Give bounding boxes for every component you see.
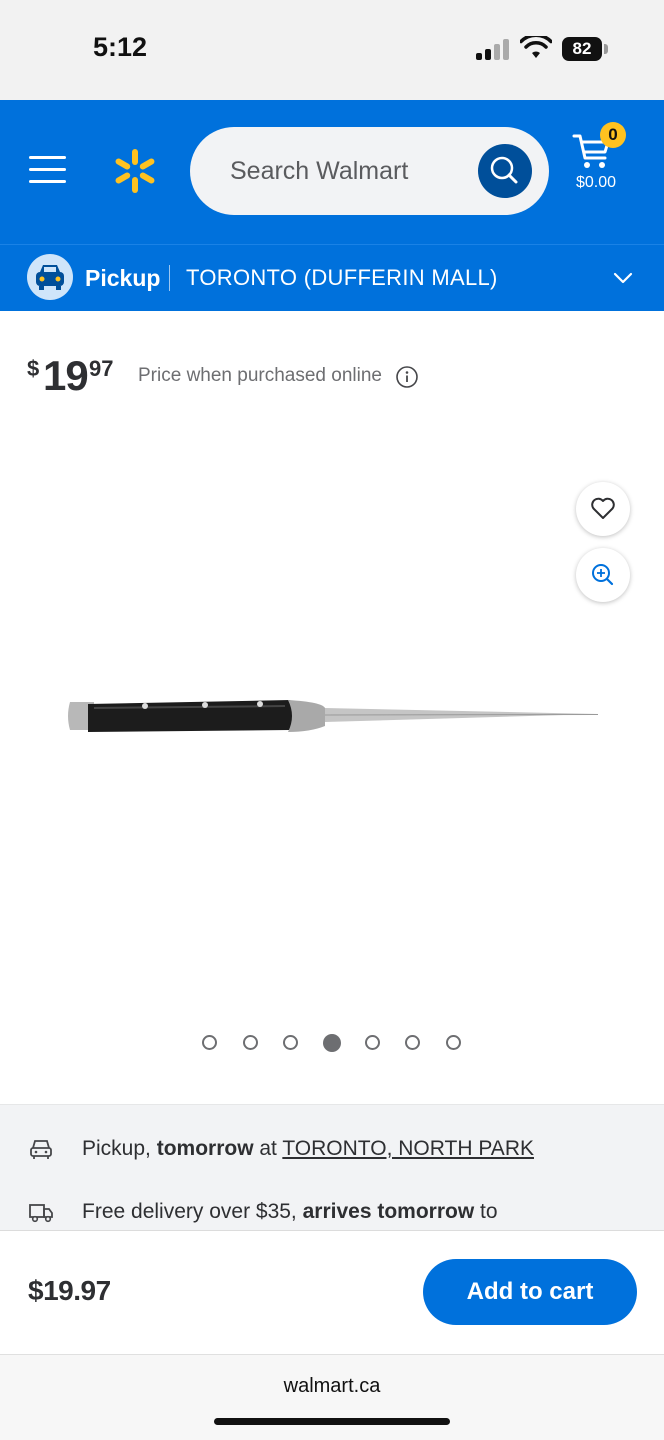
image-carousel-dots (202, 1034, 472, 1053)
price-whole: 19 (43, 352, 89, 399)
pickup-option-at: at (253, 1137, 283, 1160)
pickup-option: Pickup, tomorrow at TORONTO, NORTH PARK (82, 1137, 534, 1161)
pickup-separator (169, 265, 170, 291)
delivery-option-prefix: Free delivery over $35, (82, 1200, 303, 1223)
car-icon (30, 1140, 52, 1159)
carousel-dot[interactable] (243, 1035, 258, 1050)
price-cents: 97 (89, 356, 114, 381)
cart-button[interactable]: 0 $0.00 (566, 122, 638, 202)
pickup-option-when: tomorrow (156, 1137, 254, 1160)
spark-logo-icon[interactable] (110, 146, 160, 196)
pickup-avatar (27, 254, 73, 300)
carousel-dot[interactable] (202, 1035, 217, 1050)
add-to-cart-bar: $19.97 Add to cart (0, 1230, 664, 1354)
bar-price: $19.97 (28, 1275, 111, 1306)
pickup-store-link[interactable]: TORONTO, NORTH PARK (282, 1137, 534, 1160)
cart-total: $0.00 (575, 174, 617, 191)
search-icon (490, 156, 518, 184)
pickup-store-selector[interactable]: Pickup TORONTO (DUFFERIN MALL) (0, 244, 664, 311)
delivery-option-suffix: to (474, 1200, 498, 1223)
carousel-dot[interactable] (365, 1035, 380, 1050)
chevron-down-icon (613, 272, 633, 284)
delivery-option-when: arrives tomorrow (302, 1200, 475, 1223)
pickup-option-prefix: Pickup, (82, 1137, 157, 1160)
price-dollar-sign: $ (27, 356, 40, 381)
site-header: 0 $0.00 Pickup TORONTO (DUFFERIN MALL) (0, 100, 664, 311)
car-icon (36, 265, 64, 290)
zoom-in-icon (592, 564, 614, 586)
price-note: Price when purchased online (138, 365, 382, 386)
url-text[interactable]: walmart.ca (0, 1375, 664, 1398)
wifi-icon (520, 36, 552, 58)
heart-icon (591, 497, 615, 519)
cart-count-badge: 0 (600, 122, 626, 148)
signal-icon (476, 38, 510, 60)
search-input[interactable] (230, 127, 470, 215)
battery-tip (604, 44, 608, 54)
fulfillment-options: Pickup, tomorrow at TORONTO, NORTH PARK … (0, 1104, 664, 1230)
truck-icon (29, 1204, 53, 1223)
pickup-store-name: TORONTO (DUFFERIN MALL) (186, 265, 498, 290)
carousel-dot-active[interactable] (323, 1034, 341, 1052)
add-to-cart-button[interactable]: Add to cart (423, 1259, 637, 1325)
pickup-label: Pickup (85, 265, 161, 291)
carousel-dot[interactable] (446, 1035, 461, 1050)
delivery-option: Free delivery over $35, arrives tomorrow… (82, 1200, 498, 1224)
search-button[interactable] (478, 144, 532, 198)
battery-indicator: 82 (562, 37, 602, 61)
status-bar: 5:12 82 (0, 0, 664, 100)
zoom-button[interactable] (576, 548, 630, 602)
search-box (190, 127, 549, 215)
carousel-dot[interactable] (405, 1035, 420, 1050)
info-icon[interactable] (395, 365, 419, 389)
home-indicator[interactable] (214, 1418, 450, 1425)
status-time: 5:12 (93, 32, 148, 62)
favorite-button[interactable] (576, 482, 630, 536)
browser-address-bar: walmart.ca (0, 1354, 664, 1440)
carousel-dot[interactable] (283, 1035, 298, 1050)
menu-icon[interactable] (29, 154, 67, 186)
product-image[interactable] (60, 690, 605, 740)
